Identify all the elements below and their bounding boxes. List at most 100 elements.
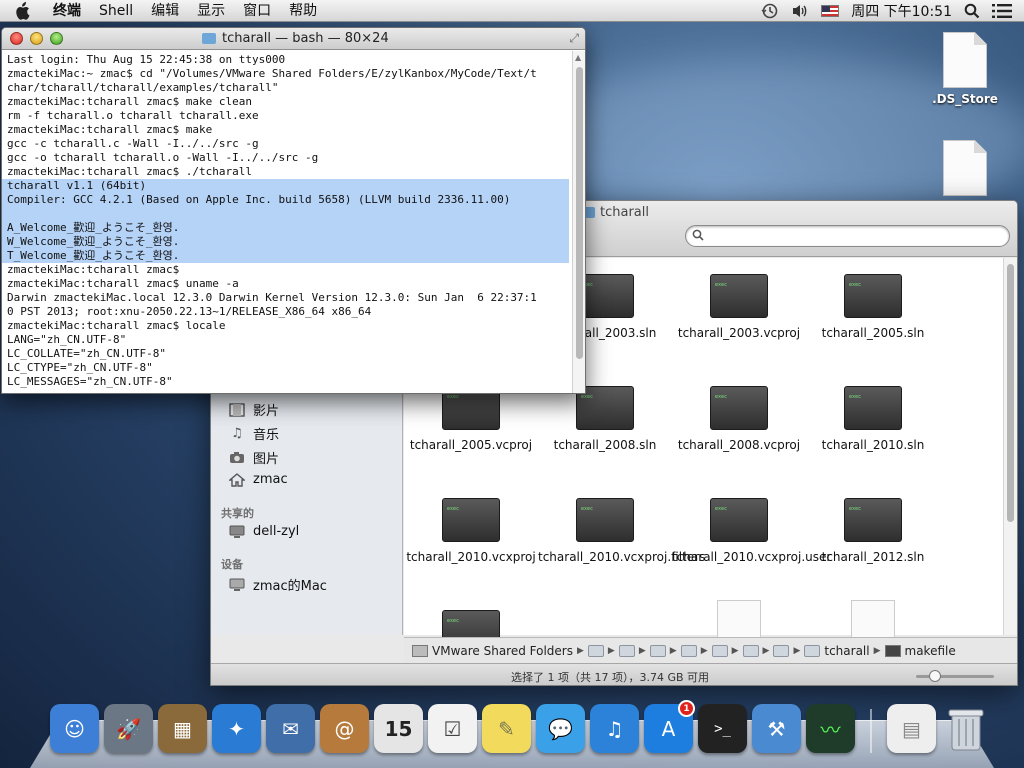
dock-trash-icon[interactable] (941, 704, 990, 753)
dock-xcode-icon[interactable]: ⚒ (752, 704, 801, 753)
file-item[interactable]: tcharall_2010.vcxproj (404, 498, 538, 565)
dock-mail-icon[interactable]: ✉ (266, 704, 315, 753)
menu-help[interactable]: 帮助 (280, 0, 326, 22)
terminal-line: LC_MESSAGES="zh_CN.UTF-8" (7, 375, 173, 388)
sidebar-item-pictures[interactable]: 图片 (229, 448, 279, 467)
icon-size-slider-knob[interactable] (929, 670, 941, 682)
scrollbar-thumb[interactable] (1007, 264, 1014, 522)
exec-file-icon (710, 386, 768, 430)
dock-activity-monitor-icon[interactable]: 〰 (806, 704, 855, 753)
folder-icon (649, 644, 666, 657)
finder-search-input[interactable] (685, 225, 1010, 247)
file-item[interactable]: tcharall_2003.vcproj (672, 274, 806, 341)
file-name: tcharall_2008.sln (553, 438, 657, 452)
dock-safari-icon[interactable]: ✦ (212, 704, 261, 753)
file-name: tcharall_2010.vcxproj.user (672, 550, 832, 564)
fullscreen-icon[interactable]: ⤢ (569, 31, 579, 46)
sidebar-item-label: 音乐 (253, 428, 280, 443)
dock-messages-icon[interactable]: 💬 (536, 704, 585, 753)
path-segment-vmware[interactable]: VMware Shared Folders (412, 644, 573, 658)
dock-app-store-icon[interactable]: A 1 (644, 700, 695, 753)
path-segment[interactable] (618, 644, 635, 657)
time-machine-icon[interactable] (761, 2, 779, 20)
sidebar-item-home[interactable]: zmac (229, 472, 288, 487)
dock-itunes-icon[interactable]: ♫ (590, 704, 639, 753)
path-segment[interactable] (742, 644, 759, 657)
notification-center-icon[interactable] (992, 3, 1012, 19)
path-segment-file[interactable]: makefile (884, 643, 956, 658)
input-source-flag-icon[interactable] (821, 4, 840, 17)
monitor-icon (229, 578, 245, 592)
finder-scrollbar[interactable] (1003, 258, 1017, 635)
sidebar-item-label: zmac (253, 472, 288, 487)
menu-terminal[interactable]: 终端 (44, 0, 90, 22)
minimize-button[interactable] (30, 32, 43, 45)
path-segment[interactable] (587, 644, 604, 657)
terminal-line: zmactekiMac:tcharall zmac$ make (7, 123, 213, 136)
terminal-line: rm -f tcharall.o tcharall tcharall.exe (7, 109, 259, 122)
dock-photo-booth-icon[interactable]: ▦ (158, 704, 207, 753)
file-item[interactable]: tcharall_2005.vcproj (404, 386, 538, 453)
path-label: makefile (904, 643, 956, 658)
terminal-title-label: tcharall — bash — 80×24 (222, 31, 389, 46)
path-segment[interactable] (649, 644, 666, 657)
icon-size-slider[interactable] (916, 675, 994, 678)
volume-icon[interactable] (791, 3, 809, 19)
menu-edit[interactable]: 编辑 (142, 0, 188, 22)
terminal-line: Darwin zmactekiMac.local 12.3.0 Darwin K… (7, 291, 537, 304)
document-icon (943, 140, 987, 196)
folder-icon (680, 644, 697, 657)
dock-contacts-icon[interactable]: @ (320, 704, 369, 753)
path-separator-icon: ▶ (731, 645, 739, 656)
terminal-output[interactable]: Last login: Thu Aug 15 22:45:38 on ttys0… (2, 51, 574, 393)
file-item[interactable]: tcharall_2012.sln (806, 498, 940, 565)
desktop-file-ds-store[interactable]: .DS_Store (920, 32, 1010, 106)
dock-launchpad-icon[interactable]: 🚀 (104, 704, 153, 753)
dock-notes-icon[interactable]: ✎ (482, 704, 531, 753)
menubar-clock[interactable]: 周四 下午10:51 (851, 1, 952, 21)
sidebar-item-movies[interactable]: 影片 (229, 400, 279, 419)
file-name: tcharall_2012.sln (821, 550, 925, 564)
file-item[interactable]: tcharall_2010.sln (806, 386, 940, 453)
exec-file-icon (844, 386, 902, 430)
exec-file-icon (710, 498, 768, 542)
scrollbar-thumb[interactable] (576, 67, 583, 359)
path-separator-icon: ▶ (793, 645, 801, 656)
menu-view[interactable]: 显示 (188, 0, 234, 22)
sidebar-item-music[interactable]: ♫ 音乐 (229, 424, 279, 443)
file-item[interactable]: tcharall_2010.vcxproj.filters (538, 498, 706, 565)
path-segment[interactable] (773, 644, 790, 657)
terminal-titlebar[interactable]: tcharall — bash — 80×24 ⤢ (2, 28, 585, 50)
dock-terminal-icon[interactable]: >_ (698, 704, 747, 753)
dock-finder-icon[interactable]: ☺ (50, 704, 99, 753)
desktop-file[interactable] (920, 140, 1010, 200)
path-segment[interactable] (680, 644, 697, 657)
file-name: tcharall_2010.vcxproj.filters (538, 550, 706, 564)
sidebar-section-devices: 设备 (221, 558, 243, 571)
terminal-scrollbar[interactable]: ▲ (572, 51, 585, 393)
close-button[interactable] (10, 32, 23, 45)
menu-shell[interactable]: Shell (90, 0, 142, 22)
path-segment[interactable] (711, 644, 728, 657)
dock-calendar-icon[interactable]: 15 (374, 704, 423, 753)
sidebar-item-label: zmac的Mac (253, 579, 327, 594)
apple-menu-icon[interactable] (0, 1, 44, 20)
path-segment-current[interactable]: tcharall (804, 643, 870, 658)
terminal-line: Last login: Thu Aug 15 22:45:38 on ttys0… (7, 53, 286, 66)
sidebar-item-zmac-mac[interactable]: zmac的Mac (229, 575, 327, 594)
menu-window[interactable]: 窗口 (234, 0, 280, 22)
file-item[interactable]: tcharall_2005.sln (806, 274, 940, 341)
terminal-line: gcc -o tcharall tcharall.o -Wall -I../..… (7, 151, 319, 164)
calendar-day: 15 (384, 716, 413, 741)
file-item[interactable]: tcharall_2008.sln (538, 386, 672, 453)
path-label: tcharall (824, 643, 870, 658)
scroll-up-arrow-icon[interactable]: ▲ (575, 53, 581, 62)
sidebar-item-dell-zyl[interactable]: dell-zyl (229, 524, 299, 539)
spotlight-search-icon[interactable] (964, 3, 980, 19)
sidebar-item-label: 图片 (253, 452, 280, 467)
dock-reminders-icon[interactable]: ☑ (428, 704, 477, 753)
file-item[interactable]: tcharall_2010.vcxproj.user (672, 498, 832, 565)
dock-documents-stack-icon[interactable]: ▤ (887, 704, 936, 753)
zoom-button[interactable] (50, 32, 63, 45)
file-item[interactable]: tcharall_2008.vcproj (672, 386, 806, 453)
